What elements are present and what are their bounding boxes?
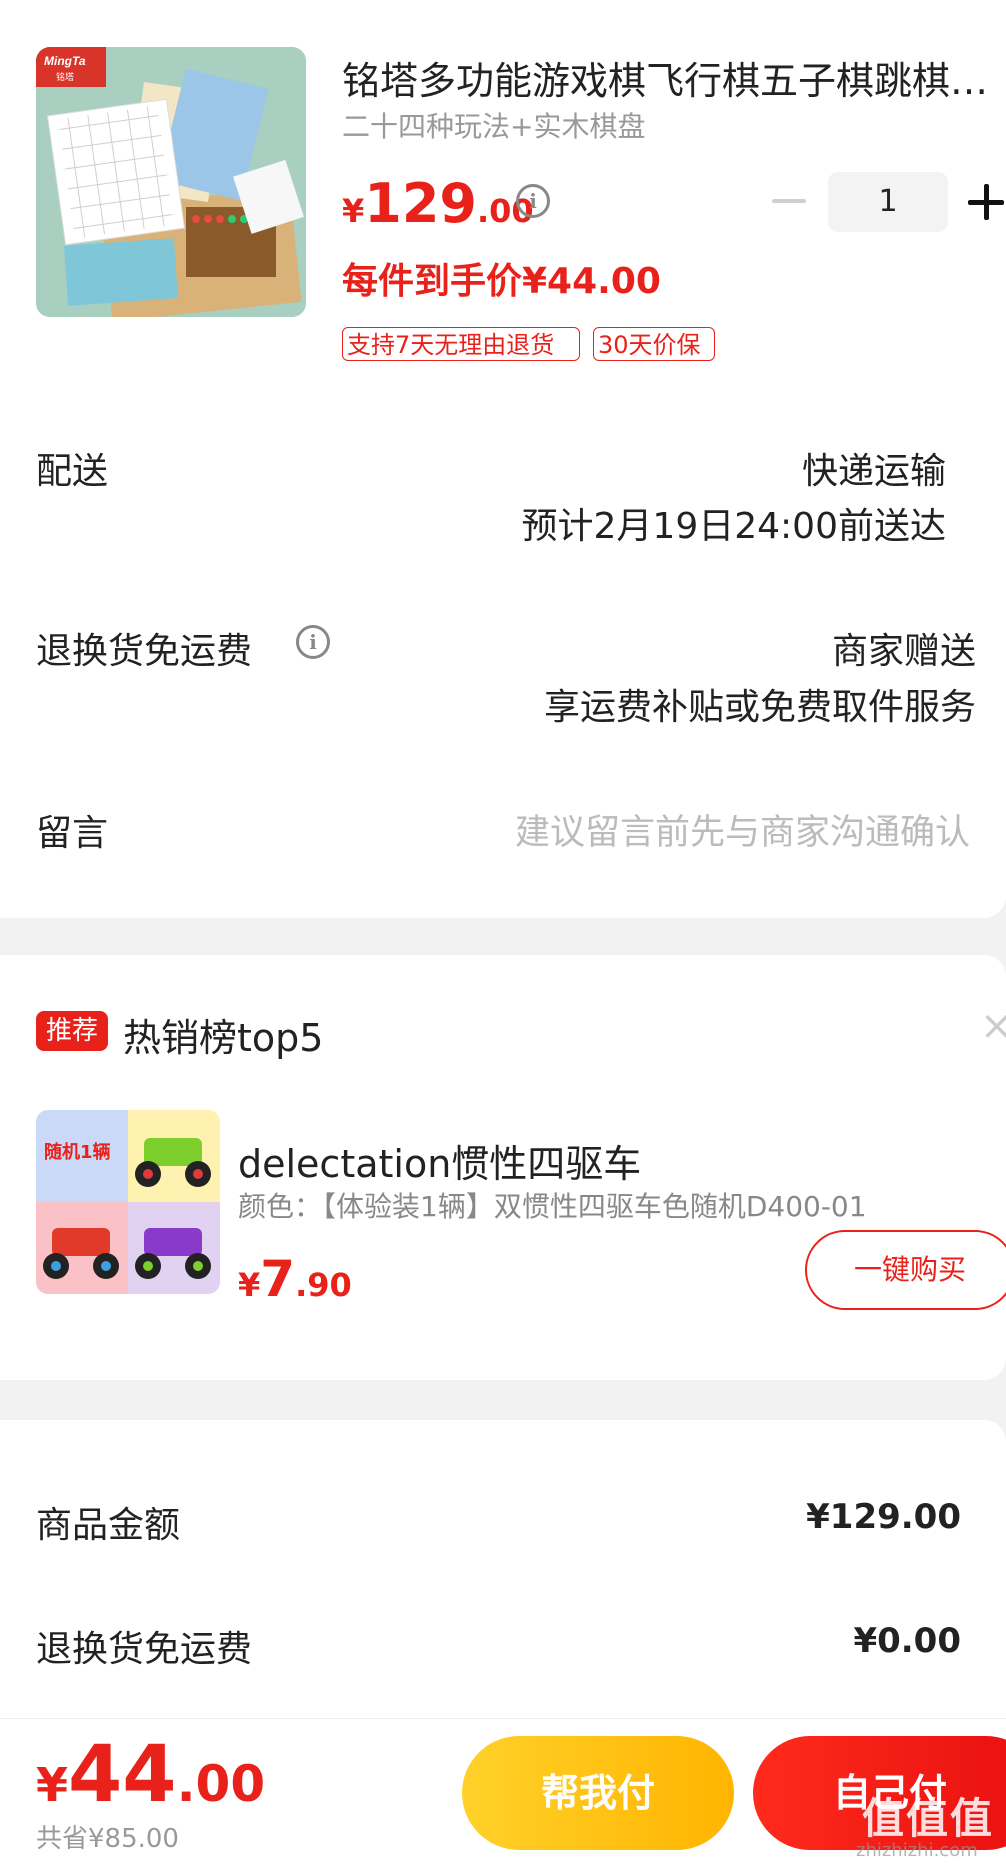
delivery-method[interactable]: 快递运输 (802, 442, 946, 494)
product-price: ¥129.00 (342, 172, 534, 235)
goods-amount-label: 商品金额 (36, 1505, 181, 1546)
rec-price-decimal: .90 (295, 1266, 352, 1304)
decrease-quantity-button[interactable] (772, 199, 806, 203)
goods-amount-value: ¥129.00 (806, 1497, 961, 1537)
total-price: ¥44.00 (36, 1730, 265, 1820)
image-random-label: 随机1辆 (44, 1141, 111, 1163)
price-info-icon[interactable]: i (516, 184, 550, 218)
recommend-item-price: ¥7.90 (238, 1250, 352, 1308)
total-integer: 44 (68, 1730, 177, 1820)
price-protection-tag: 30天价保 (593, 327, 715, 361)
increase-quantity-button[interactable] (968, 184, 1004, 220)
message-label: 留言 (36, 813, 109, 854)
watermark-url: zhizhizhi.com (856, 1840, 978, 1861)
svg-text:铭塔: 铭塔 (56, 71, 74, 83)
summary-card (0, 1420, 1006, 1720)
one-click-buy-button[interactable]: 一键购买 (805, 1230, 1006, 1310)
recommend-item-image[interactable]: 随机1辆 (36, 1110, 220, 1294)
recommend-badge: 推荐 (36, 1011, 108, 1051)
product-variant[interactable]: 二十四种玩法+实木棋盘 (342, 105, 645, 145)
brand-logo-text: MingTa (44, 54, 86, 68)
each-price-label: 每件到手价¥44.00 (342, 261, 661, 302)
product-image[interactable]: MingTa 铭塔 (36, 47, 306, 317)
return-shipping-desc: 享运费补贴或免费取件服务 (543, 687, 976, 728)
return-shipping-value: 商家赠送 (831, 631, 976, 672)
recommend-item-name[interactable]: delectation惯性四驱车 (238, 1133, 641, 1188)
price-currency: ¥ (342, 192, 365, 230)
total-decimal: .00 (176, 1755, 266, 1813)
recommend-title: 热销榜top5 (123, 1016, 324, 1060)
total-currency: ¥ (36, 1758, 69, 1812)
recommend-item-spec: 颜色：【体验装1辆】双惯性四驱车色随机D400-01 (238, 1190, 867, 1223)
watermark-logo: 值值值 (862, 1794, 995, 1843)
delivery-label: 配送 (36, 451, 109, 492)
delivery-eta: 预计2月19日24:00前送达 (521, 506, 946, 547)
rec-price-currency: ¥ (238, 1266, 261, 1304)
return-fee-label: 退换货免运费 (36, 1629, 253, 1670)
saved-amount: 共省¥85.00 (36, 1824, 179, 1854)
return-shipping-label: 退换货免运费 (36, 631, 253, 672)
close-icon[interactable]: × (980, 1003, 1006, 1049)
return-fee-value: ¥0.00 (853, 1621, 961, 1661)
product-title[interactable]: 铭塔多功能游戏棋飞行棋五子棋跳棋… (342, 50, 1006, 105)
message-input[interactable]: 建议留言前先与商家沟通确认 (515, 804, 970, 855)
return-shipping-info-icon[interactable]: i (296, 625, 330, 659)
return-policy-tag: 支持7天无理由退货 (342, 327, 580, 361)
price-integer: 129 (364, 172, 477, 235)
rec-price-integer: 7 (260, 1250, 296, 1308)
quantity-input[interactable]: 1 (828, 172, 948, 232)
help-pay-button[interactable]: 帮我付 (462, 1736, 734, 1850)
product-illustration: MingTa 铭塔 (36, 47, 306, 317)
toy-car-illustration: 随机1辆 (36, 1110, 220, 1294)
